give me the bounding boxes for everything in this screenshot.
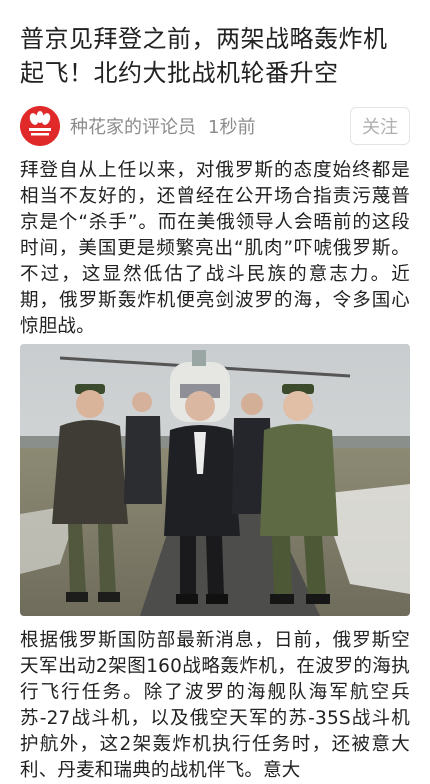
publish-time: 1秒前 bbox=[208, 117, 256, 138]
article-photo[interactable] bbox=[20, 344, 410, 616]
article-paragraph: 拜登自从上任以来，对俄罗斯的态度始终都是相当不友好的，还曾经在公开场合指责污蔑普… bbox=[20, 160, 410, 337]
military-officials-photo bbox=[20, 344, 410, 616]
follow-button[interactable]: 关注 bbox=[350, 107, 410, 145]
article-paragraph: 根据俄罗斯国防部最新消息，日前，俄罗斯空天军出动2架图160战略轰炸机，在波罗的… bbox=[20, 630, 410, 781]
article-title: 普京见拜登之前，两架战略轰炸机起飞！北约大批战机轮番升空 bbox=[20, 25, 388, 87]
flower-logo-icon bbox=[20, 106, 60, 146]
author-name[interactable]: 种花家的评论员 bbox=[70, 113, 196, 139]
author-row: 种花家的评论员 1秒前 关注 bbox=[20, 104, 410, 148]
article-page: 普京见拜登之前，两架战略轰炸机起飞！北约大批战机轮番升空 种花家的评论员 1秒前… bbox=[0, 0, 430, 784]
author-avatar[interactable] bbox=[20, 106, 60, 146]
